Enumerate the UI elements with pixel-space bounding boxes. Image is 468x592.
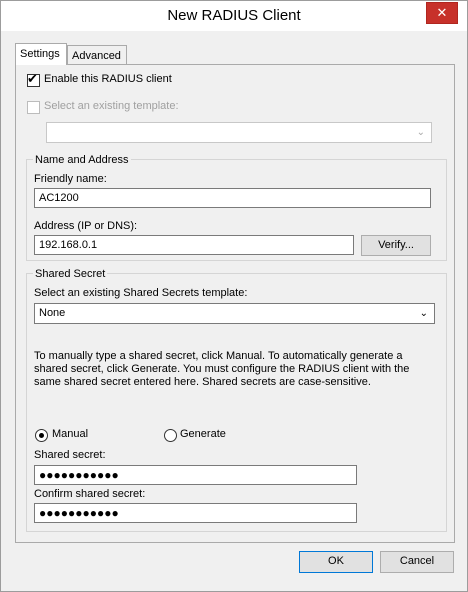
enable-client-checkbox[interactable]: ✔ bbox=[27, 71, 40, 87]
close-button[interactable]: ✕ bbox=[426, 2, 458, 24]
close-icon: ✕ bbox=[436, 5, 448, 20]
confirm-secret-input[interactable]: ●●●●●●●●●●● bbox=[34, 503, 357, 523]
verify-button[interactable]: Verify... bbox=[361, 235, 431, 256]
secret-template-select[interactable]: None ⌄ bbox=[34, 303, 435, 324]
title-bar: New RADIUS Client ✕ bbox=[1, 1, 467, 31]
window-title: New RADIUS Client bbox=[167, 7, 301, 24]
existing-template-select[interactable]: ⌄ bbox=[46, 122, 432, 143]
secret-template-value: None bbox=[39, 307, 66, 319]
shared-secret-label: Shared secret: bbox=[34, 449, 106, 461]
tab-settings[interactable]: Settings bbox=[15, 43, 67, 65]
chevron-down-icon: ⌄ bbox=[419, 308, 428, 319]
ok-button[interactable]: OK bbox=[299, 551, 373, 573]
generate-radio[interactable] bbox=[164, 429, 177, 442]
shared-secret-description: To manually type a shared secret, click … bbox=[34, 350, 410, 388]
address-label: Address (IP or DNS): bbox=[34, 220, 138, 232]
confirm-secret-label: Confirm shared secret: bbox=[34, 488, 146, 500]
existing-template-label: Select an existing template: bbox=[44, 100, 179, 112]
shared-secret-group-title: Shared Secret bbox=[33, 268, 108, 280]
tab-settings-label: Settings bbox=[20, 48, 60, 60]
radio-selected-dot bbox=[39, 433, 44, 438]
generate-label: Generate bbox=[180, 428, 226, 440]
address-input[interactable]: 192.168.0.1 bbox=[34, 235, 354, 255]
settings-panel: ✔ Enable this RADIUS client Select an ex… bbox=[15, 64, 455, 543]
secret-template-label: Select an existing Shared Secrets templa… bbox=[34, 287, 248, 299]
tab-advanced[interactable]: Advanced bbox=[67, 45, 127, 65]
friendly-name-input[interactable]: AC1200 bbox=[34, 188, 431, 208]
checkmark-icon: ✔ bbox=[27, 71, 38, 86]
tab-advanced-label: Advanced bbox=[72, 50, 121, 62]
chevron-down-icon: ⌄ bbox=[416, 127, 425, 138]
manual-label: Manual bbox=[52, 428, 89, 440]
shared-secret-input[interactable]: ●●●●●●●●●●● bbox=[34, 465, 357, 485]
name-address-group-title: Name and Address bbox=[33, 154, 131, 166]
cancel-button[interactable]: Cancel bbox=[380, 551, 454, 573]
enable-client-label: Enable this RADIUS client bbox=[44, 73, 172, 85]
manual-radio[interactable] bbox=[35, 429, 48, 442]
new-radius-client-dialog: New RADIUS Client ✕ Settings Advanced ✔ … bbox=[0, 0, 468, 592]
friendly-name-label: Friendly name: bbox=[34, 173, 107, 185]
existing-template-checkbox[interactable] bbox=[27, 101, 40, 114]
